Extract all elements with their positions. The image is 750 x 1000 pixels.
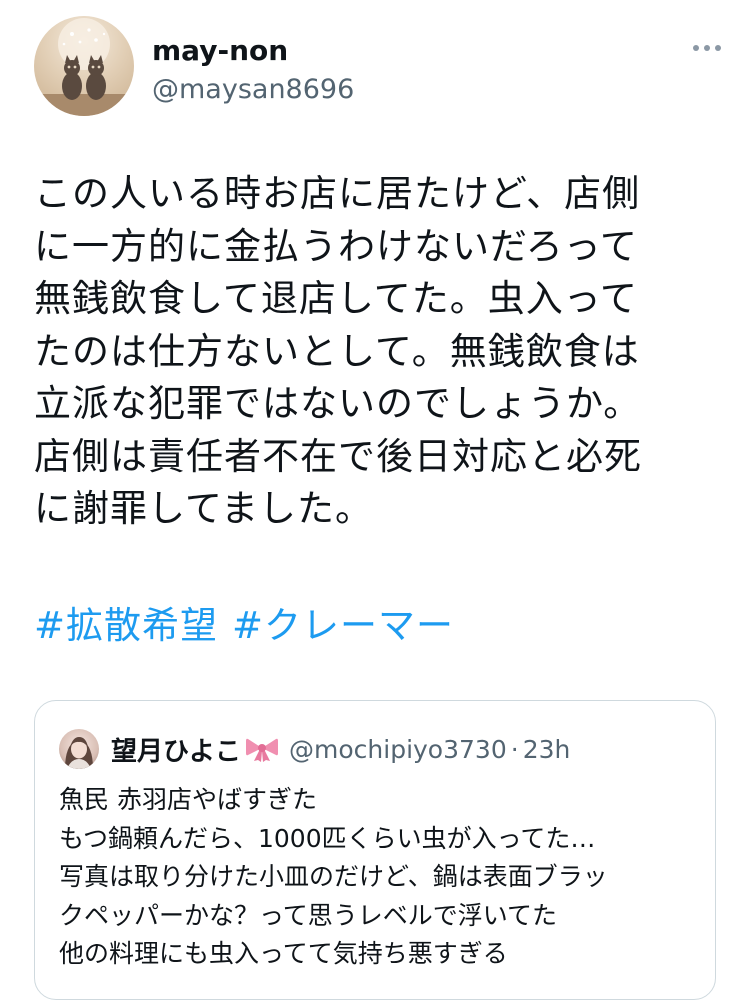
- tweet-text-line: 店側は責任者不在で後日対応と必死: [34, 434, 642, 478]
- more-dot: [693, 45, 699, 51]
- tweet-text-line: この人いる時お店に居たけど、店側: [34, 172, 641, 215]
- quoted-tweet-header: 望月ひよこ @mochipiyo3730 · 23h: [59, 727, 570, 771]
- quoted-display-name[interactable]: 望月ひよこ: [111, 731, 241, 768]
- avatar-image: [34, 18, 134, 116]
- tweet-text-line: に謝罪してました。: [34, 487, 374, 530]
- ribbon-emoji-icon: [246, 738, 279, 762]
- quoted-tweet-text: 魚民 赤羽店やばすぎた もつ鍋頼んだら、1000匹くらい虫が入ってた… 写真は取…: [59, 781, 699, 974]
- tweet-text-line: 無銭飲食して退店してた。虫入って: [34, 277, 638, 320]
- quoted-text-line: クペッパーかな？って思うレベルで浮いてた: [59, 900, 558, 930]
- avatar[interactable]: [34, 16, 134, 116]
- more-dot: [704, 45, 710, 51]
- quoted-timestamp[interactable]: 23h: [523, 735, 571, 764]
- hashtag-link[interactable]: #クレーマー: [232, 604, 454, 647]
- tweet-text-line: 立派な犯罪ではないのでしょうか。: [34, 382, 642, 425]
- display-name[interactable]: may-non: [152, 34, 288, 67]
- hashtags: #拡散希望 #クレーマー: [34, 600, 468, 652]
- tweet-header: may-non @maysan8696: [34, 16, 724, 120]
- tweet-text-line: に一方的に金払うわけないだろって: [34, 224, 638, 268]
- more-horizontal-icon[interactable]: [690, 38, 724, 58]
- quoted-text-line: 写真は取り分けた小皿のだけど、鍋は表面ブラッ: [59, 862, 608, 892]
- quoted-user-handle[interactable]: @mochipiyo3730: [289, 735, 507, 764]
- dot-separator: ·: [510, 734, 519, 764]
- quoted-avatar[interactable]: [59, 729, 99, 769]
- tweet-text-line: たのは仕方ないとして。無銭飲食は: [34, 329, 640, 373]
- more-dot: [715, 45, 721, 51]
- user-handle[interactable]: @maysan8696: [152, 74, 354, 105]
- quoted-avatar-image: [65, 737, 93, 769]
- hashtag-link[interactable]: #拡散希望: [34, 604, 218, 647]
- tweet-text: この人いる時お店に居たけど、店側 に一方的に金払うわけないだろって 無銭飲食して…: [34, 168, 724, 536]
- quoted-text-line: 魚民 赤羽店やばすぎた: [59, 785, 317, 814]
- quoted-tweet[interactable]: 望月ひよこ @mochipiyo3730 · 23h 魚民 赤羽店やばすぎた も…: [34, 700, 716, 1000]
- quoted-text-line: もつ鍋頼んだら、1000匹くらい虫が入ってた…: [59, 823, 596, 853]
- quoted-text-line: 他の料理にも虫入ってて気持ち悪すぎる: [59, 939, 508, 969]
